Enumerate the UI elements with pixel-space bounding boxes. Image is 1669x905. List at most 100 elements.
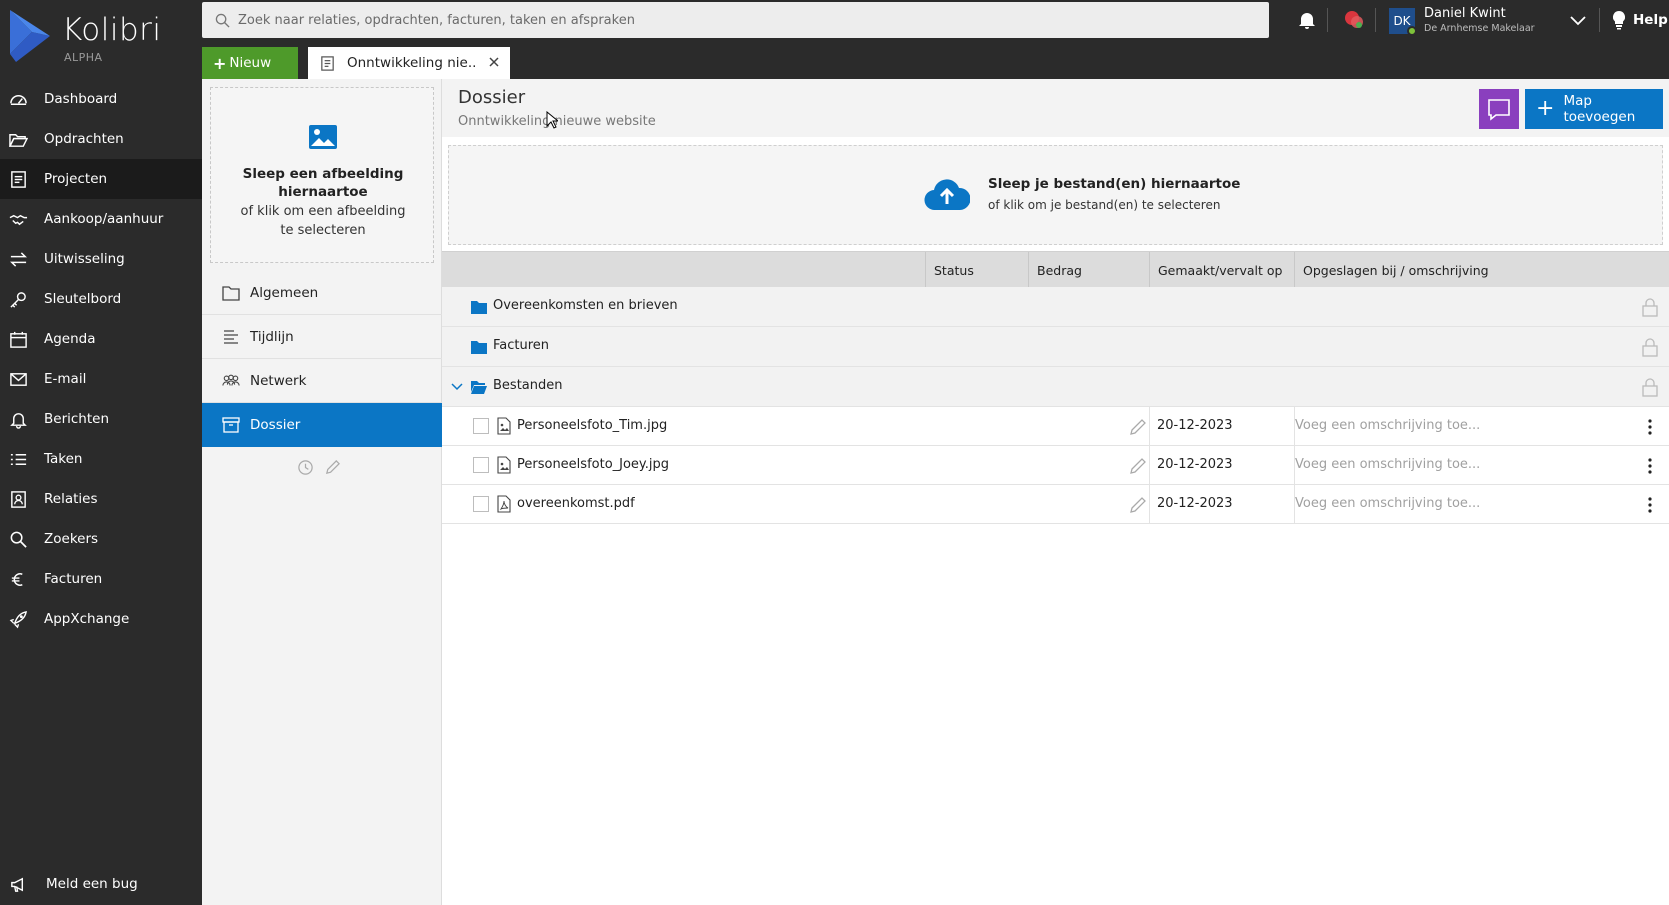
more-options-icon[interactable] bbox=[1642, 417, 1658, 437]
folder-row[interactable]: Bestanden bbox=[442, 367, 1669, 407]
file-row[interactable]: overeenkomst.pdf 20-12-2023 bbox=[442, 485, 1669, 524]
nav-item-relaties[interactable]: Relaties bbox=[0, 479, 202, 519]
megaphone-icon bbox=[11, 877, 24, 892]
file-date: 20-12-2023 bbox=[1157, 418, 1233, 433]
rocket-icon bbox=[9, 610, 27, 628]
nav-item-aankoop-aanhuur[interactable]: Aankoop/aanhuur bbox=[0, 199, 202, 239]
notifications-bell-icon[interactable] bbox=[1297, 10, 1317, 30]
nav-item-appxchange[interactable]: AppXchange bbox=[0, 599, 202, 639]
cloud-upload-icon bbox=[924, 179, 970, 211]
timeline-icon bbox=[224, 329, 238, 344]
nav-label: Facturen bbox=[44, 571, 103, 587]
help-label: Help bbox=[1633, 12, 1668, 28]
file-description-input[interactable] bbox=[1295, 418, 1595, 433]
comments-button[interactable] bbox=[1479, 89, 1519, 129]
chevron-down-icon[interactable] bbox=[1569, 11, 1587, 29]
search-icon bbox=[10, 531, 27, 548]
search-input[interactable] bbox=[238, 12, 1238, 28]
file-checkbox[interactable] bbox=[473, 418, 489, 434]
nav-item-opdrachten[interactable]: Opdrachten bbox=[0, 119, 202, 159]
nav-label: Taken bbox=[44, 451, 83, 467]
nav-item-taken[interactable]: Taken bbox=[0, 439, 202, 479]
image-dropzone-title: Sleep een afbeelding hiernaartoe bbox=[242, 166, 404, 200]
pencil-icon[interactable] bbox=[1129, 496, 1147, 514]
file-name[interactable]: Personeelsfoto_Tim.jpg bbox=[517, 418, 667, 433]
add-folder-label: Map toevoegen bbox=[1563, 93, 1636, 125]
dashboard-icon bbox=[10, 94, 27, 105]
nav-item-email[interactable]: E-mail bbox=[0, 359, 202, 399]
chevron-down-icon[interactable] bbox=[451, 381, 463, 393]
plus-icon: + bbox=[213, 53, 227, 73]
exchange-icon bbox=[10, 251, 27, 267]
nav-item-uitwisseling[interactable]: Uitwisseling bbox=[0, 239, 202, 279]
submenu-item-algemeen[interactable]: Algemeen bbox=[202, 271, 442, 315]
nav-item-berichten[interactable]: Berichten bbox=[0, 399, 202, 439]
kolibri-logo-icon bbox=[10, 10, 50, 62]
folder-open-icon bbox=[9, 133, 28, 147]
projects-icon bbox=[11, 170, 26, 188]
column-opgeslagen[interactable]: Opgeslagen bij / omschrijving bbox=[1294, 252, 1669, 288]
nav-label: Agenda bbox=[44, 331, 96, 347]
nav-item-zoekers[interactable]: Zoekers bbox=[0, 519, 202, 559]
file-checkbox[interactable] bbox=[473, 496, 489, 512]
file-checkbox[interactable] bbox=[473, 457, 489, 473]
folder-name: Overeenkomsten en brieven bbox=[493, 298, 678, 313]
submenu-label: Netwerk bbox=[250, 372, 307, 389]
project-sidebar: Sleep een afbeelding hiernaartoe of klik… bbox=[202, 79, 450, 905]
report-bug-link[interactable]: Meld een bug bbox=[9, 864, 138, 904]
pencil-icon[interactable] bbox=[1129, 418, 1147, 436]
help-button[interactable]: Help bbox=[1611, 9, 1668, 31]
file-description-input[interactable] bbox=[1295, 457, 1595, 472]
network-icon bbox=[222, 374, 240, 386]
column-gemaakt[interactable]: Gemaakt/vervalt op bbox=[1149, 252, 1294, 288]
folder-outline-icon bbox=[222, 285, 240, 301]
pencil-icon[interactable] bbox=[324, 459, 341, 476]
folder-icon bbox=[471, 341, 487, 354]
top-bar: DK Daniel Kwint De Arnhemse Makelaar Hel… bbox=[202, 0, 1669, 79]
nav-label: Uitwisseling bbox=[44, 251, 125, 267]
pencil-icon[interactable] bbox=[1129, 457, 1147, 475]
status-indicator-icon[interactable] bbox=[1343, 9, 1365, 31]
new-label: Nieuw bbox=[229, 55, 272, 71]
more-options-icon[interactable] bbox=[1642, 495, 1658, 515]
folder-row[interactable]: Facturen bbox=[442, 327, 1669, 367]
user-menu[interactable]: DK Daniel Kwint De Arnhemse Makelaar bbox=[1389, 4, 1589, 36]
folder-row[interactable]: Overeenkomsten en brieven bbox=[442, 287, 1669, 327]
submenu-item-dossier[interactable]: Dossier bbox=[202, 403, 450, 447]
column-status[interactable]: Status bbox=[925, 252, 1028, 288]
tab-project[interactable]: Onntwikkeling nie... bbox=[308, 47, 510, 79]
nav-item-facturen[interactable]: Facturen bbox=[0, 559, 202, 599]
archive-icon bbox=[222, 416, 240, 433]
file-dropzone-subtitle: of klik om je bestand(en) te selecteren bbox=[988, 198, 1221, 212]
file-date: 20-12-2023 bbox=[1157, 496, 1233, 511]
new-button[interactable]: + Nieuw bbox=[202, 47, 298, 79]
nav-item-dashboard[interactable]: Dashboard bbox=[0, 79, 202, 119]
projects-icon bbox=[321, 55, 334, 71]
file-row[interactable]: Personeelsfoto_Tim.jpg 20-12-2023 bbox=[442, 407, 1669, 446]
nav-item-projecten[interactable]: Projecten bbox=[0, 159, 202, 199]
tasks-icon bbox=[10, 453, 27, 465]
key-icon bbox=[10, 291, 26, 308]
nav-item-agenda[interactable]: Agenda bbox=[0, 319, 202, 359]
more-options-icon[interactable] bbox=[1642, 456, 1658, 476]
file-name[interactable]: overeenkomst.pdf bbox=[517, 496, 635, 511]
close-icon[interactable] bbox=[486, 54, 502, 70]
file-name[interactable]: Personeelsfoto_Joey.jpg bbox=[517, 457, 669, 472]
page-title: Dossier bbox=[458, 87, 526, 108]
global-search bbox=[202, 2, 1269, 38]
project-submenu: Algemeen Tijdlijn Netwerk Dossier bbox=[202, 271, 450, 447]
file-dropzone[interactable]: Sleep je bestand(en) hiernaartoe of klik… bbox=[448, 145, 1663, 245]
divider bbox=[1375, 8, 1376, 32]
submenu-item-tijdlijn[interactable]: Tijdlijn bbox=[202, 315, 442, 359]
submenu-item-netwerk[interactable]: Netwerk bbox=[202, 359, 442, 403]
files-table: Status Bedrag Gemaakt/vervalt op Opgesla… bbox=[442, 251, 1669, 524]
left-navigation: Kolibri ALPHA Dashboard Opdrachten Proje… bbox=[0, 0, 202, 905]
image-dropzone[interactable]: Sleep een afbeelding hiernaartoe of klik… bbox=[210, 87, 434, 263]
column-bedrag[interactable]: Bedrag bbox=[1028, 252, 1149, 288]
nav-item-sleutelbord[interactable]: Sleutelbord bbox=[0, 279, 202, 319]
history-icon[interactable] bbox=[297, 459, 314, 476]
file-row[interactable]: Personeelsfoto_Joey.jpg 20-12-2023 bbox=[442, 446, 1669, 485]
file-description-input[interactable] bbox=[1295, 496, 1595, 511]
add-folder-button[interactable]: + Map toevoegen bbox=[1525, 89, 1663, 129]
kolibri-logo[interactable]: Kolibri ALPHA bbox=[10, 10, 200, 66]
